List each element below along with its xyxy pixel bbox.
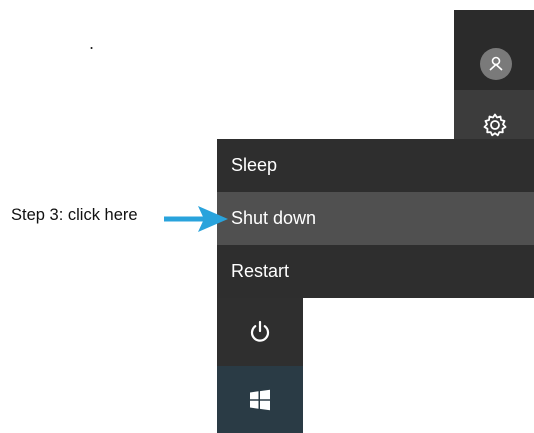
menu-item-shut-down[interactable]: Shut down (217, 192, 534, 245)
stray-dot: . (89, 34, 95, 53)
power-options-menu: Sleep Shut down Restart (217, 139, 534, 298)
annotation-arrow-icon (164, 206, 228, 232)
menu-item-restart[interactable]: Restart (217, 245, 534, 298)
user-avatar-icon (489, 56, 503, 71)
menu-item-label: Sleep (231, 155, 278, 175)
power-icon (250, 320, 270, 342)
gear-icon (483, 113, 507, 137)
menu-item-label: Restart (231, 261, 290, 281)
menu-item-label: Shut down (231, 208, 317, 228)
user-avatar-button[interactable] (480, 48, 512, 80)
annotation-label: Step 3: click here (11, 206, 138, 224)
menu-item-sleep[interactable]: Sleep (217, 139, 534, 192)
settings-button[interactable] (481, 111, 509, 139)
power-button[interactable] (217, 298, 303, 366)
start-button[interactable] (217, 366, 303, 433)
windows-logo-icon (250, 389, 270, 410)
